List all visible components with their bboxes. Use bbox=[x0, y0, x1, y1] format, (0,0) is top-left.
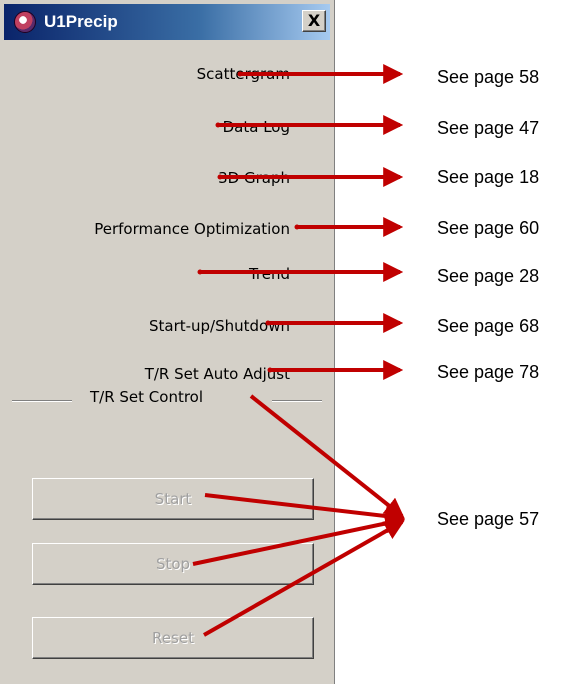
group-divider-right bbox=[272, 400, 322, 402]
start-button[interactable]: Start bbox=[32, 478, 314, 520]
menu-item-performance-optimization[interactable]: Performance Optimization bbox=[94, 219, 290, 239]
app-icon bbox=[14, 11, 36, 33]
annotation-page-57: See page 57 bbox=[437, 509, 540, 529]
annotation-page-58: See page 58 bbox=[437, 67, 540, 87]
annotation-page-18: See page 18 bbox=[437, 167, 540, 187]
group-divider-left bbox=[12, 400, 72, 402]
u1precip-window: U1Precip X Scattergram Data Log 3D Graph… bbox=[0, 0, 335, 684]
annotation-page-28: See page 28 bbox=[437, 266, 540, 286]
window-title: U1Precip bbox=[44, 12, 118, 31]
menu-item-startup-shutdown[interactable]: Start-up/Shutdown bbox=[149, 316, 290, 336]
close-button[interactable]: X bbox=[302, 10, 326, 32]
menu-item-data-log[interactable]: Data Log bbox=[223, 117, 290, 137]
menu-item-scattergram[interactable]: Scattergram bbox=[197, 64, 290, 84]
annotation-page-68: See page 68 bbox=[437, 316, 540, 336]
annotation-page-60: See page 60 bbox=[437, 218, 540, 238]
menu-item-tr-set-auto-adjust[interactable]: T/R Set Auto Adjust bbox=[145, 364, 290, 384]
stop-button[interactable]: Stop bbox=[32, 543, 314, 585]
reset-button[interactable]: Reset bbox=[32, 617, 314, 659]
group-label-tr-set-control: T/R Set Control bbox=[84, 387, 210, 407]
title-bar[interactable]: U1Precip X bbox=[4, 4, 330, 40]
annotation-page-47: See page 47 bbox=[437, 118, 540, 138]
menu-item-3d-graph[interactable]: 3D Graph bbox=[218, 168, 290, 188]
menu-item-trend[interactable]: Trend bbox=[249, 264, 290, 284]
annotation-page-78: See page 78 bbox=[437, 362, 540, 382]
